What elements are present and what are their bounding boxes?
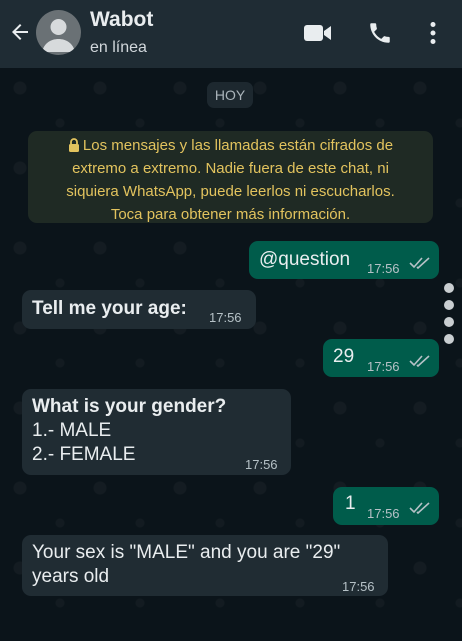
- incoming-message[interactable]: Tell me your age: 17:56: [22, 290, 256, 329]
- outgoing-message[interactable]: @question 17:56: [249, 241, 439, 279]
- avatar-icon: [42, 19, 75, 52]
- message-line: What is your gender?: [32, 396, 227, 417]
- notice-line-3: siquiera WhatsApp, puede leerlos ni escu…: [66, 183, 395, 200]
- message-time: 17:56: [367, 261, 400, 276]
- double-check-icon: [409, 502, 430, 514]
- message-text: 29: [333, 346, 355, 367]
- scroll-dot: [444, 283, 454, 293]
- phone-icon[interactable]: [367, 20, 393, 46]
- message-text: 1: [345, 493, 356, 514]
- scroll-indicator[interactable]: [444, 283, 456, 351]
- scroll-dot: [444, 300, 454, 310]
- message-text: @question: [259, 249, 351, 270]
- video-call-icon[interactable]: [303, 23, 333, 43]
- message-time: 17:56: [245, 457, 278, 472]
- notice-line-2: extremo a extremo. Nadie fuera de este c…: [72, 160, 389, 177]
- more-options-icon[interactable]: [426, 21, 440, 45]
- lock-icon: [68, 138, 79, 152]
- contact-status: en línea: [90, 39, 147, 56]
- double-check-icon: [409, 257, 430, 269]
- outgoing-message[interactable]: 29 17:56: [323, 339, 439, 377]
- message-time: 17:56: [209, 310, 242, 325]
- encryption-notice[interactable]: Los mensajes y las llamadas están cifrad…: [28, 131, 433, 223]
- message-line: years old: [32, 566, 110, 587]
- message-line: Your sex is "MALE" and you are "29": [32, 542, 341, 563]
- notice-line-1: Los mensajes y las llamadas están cifrad…: [82, 137, 394, 154]
- notice-line-4: Toca para obtener más información.: [110, 206, 351, 223]
- incoming-message[interactable]: What is your gender? 1.- MALE 2.- FEMALE…: [22, 389, 291, 475]
- chat-header: Wabot en línea: [0, 0, 462, 68]
- message-time: 17:56: [367, 506, 400, 521]
- message-line: 1.- MALE: [32, 420, 112, 441]
- message-time: 17:56: [367, 359, 400, 374]
- message-time: 17:56: [342, 579, 375, 594]
- outgoing-message[interactable]: 1 17:56: [333, 487, 439, 525]
- contact-name[interactable]: Wabot: [90, 8, 153, 32]
- date-chip: HOY: [207, 82, 253, 108]
- incoming-message[interactable]: Your sex is "MALE" and you are "29" year…: [22, 535, 388, 596]
- scroll-dot: [444, 317, 454, 327]
- avatar[interactable]: [36, 10, 81, 55]
- message-text: Tell me your age:: [32, 298, 187, 319]
- message-line: 2.- FEMALE: [32, 444, 136, 465]
- scroll-dot: [444, 334, 454, 344]
- double-check-icon: [409, 355, 430, 367]
- back-arrow-icon[interactable]: [8, 20, 32, 44]
